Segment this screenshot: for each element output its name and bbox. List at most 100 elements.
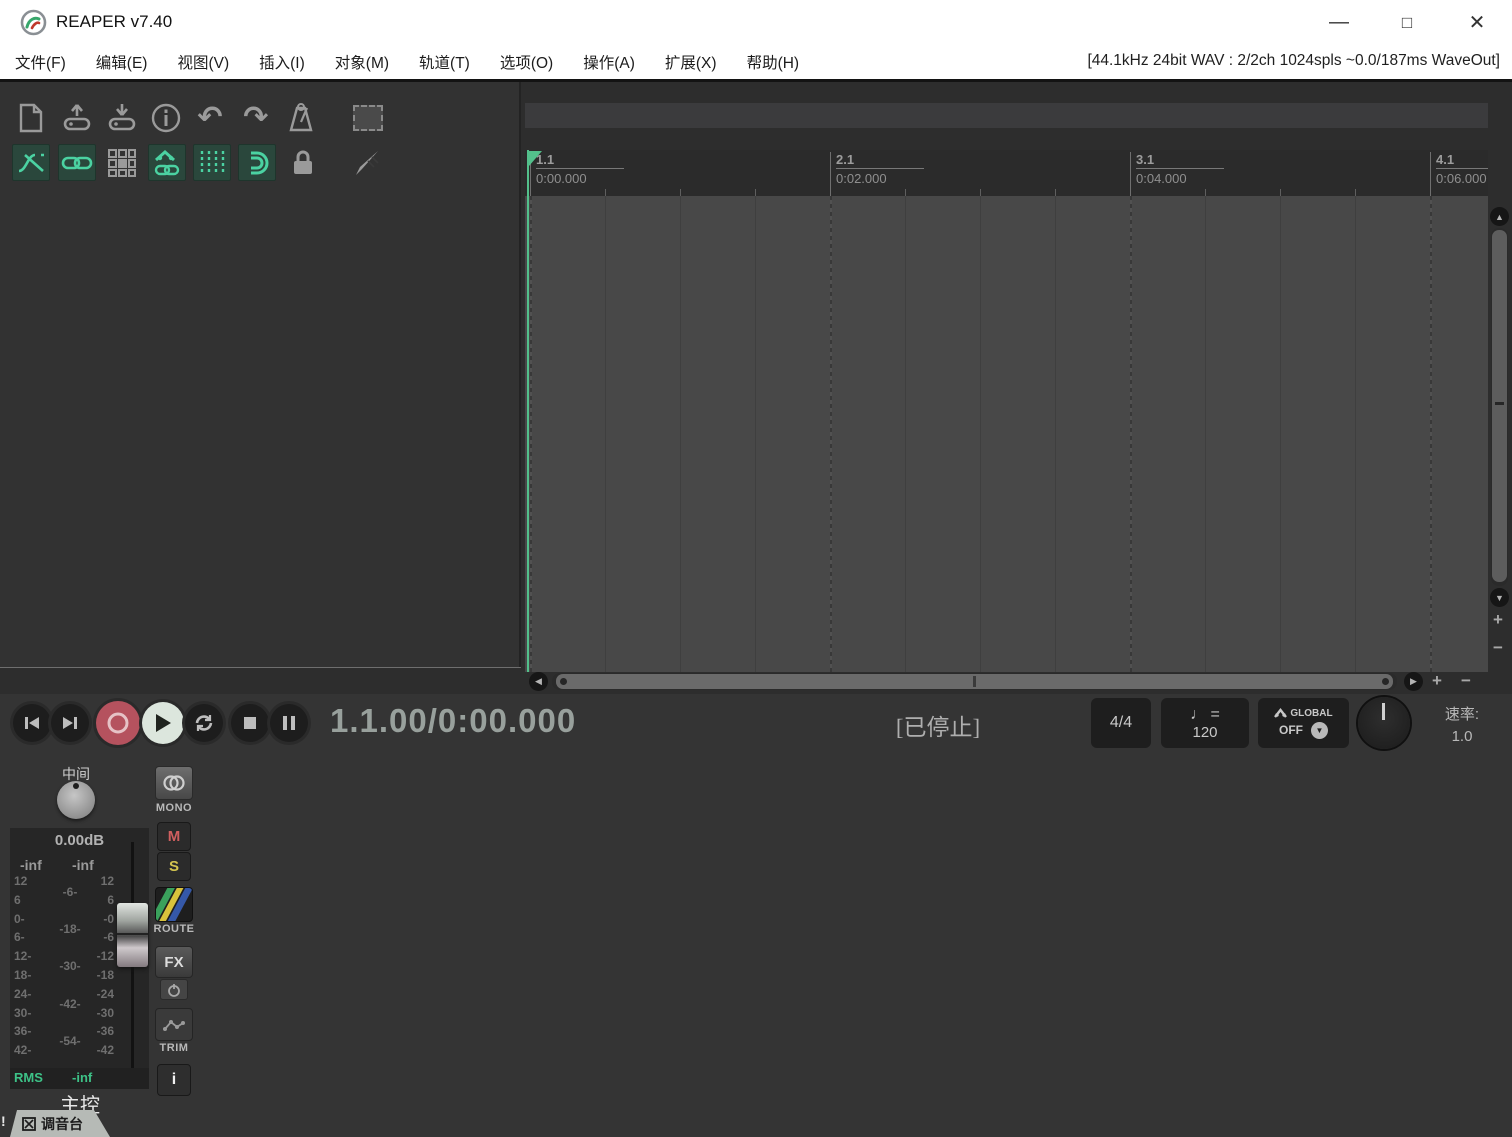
pencil-draw-icon[interactable] <box>349 144 387 181</box>
arrange-top-strip <box>525 103 1488 128</box>
metronome-icon[interactable] <box>282 99 320 137</box>
undo-icon[interactable]: ↶ <box>191 99 229 137</box>
meter-scale-label: 6- <box>14 930 40 944</box>
menu-item-8[interactable]: 扩展(X) <box>650 51 732 73</box>
menu-item-6[interactable]: 选项(O) <box>485 51 568 73</box>
minimize-button[interactable]: — <box>1308 0 1370 45</box>
menu-item-4[interactable]: 对象(M) <box>320 51 404 73</box>
tempo-button[interactable]: ♩ = 120 <box>1161 698 1249 748</box>
menu-item-0[interactable]: 文件(F) <box>0 51 81 73</box>
mixer-tab-label: 调音台 <box>41 1114 83 1134</box>
meter-scale-label: -24 <box>82 987 114 1001</box>
scrollbar-thumb-dot <box>560 678 567 685</box>
new-project-icon[interactable] <box>12 99 50 137</box>
measure-gridline <box>530 196 532 672</box>
scroll-left-button[interactable]: ◀ <box>529 672 548 691</box>
go-to-end-button[interactable] <box>51 704 89 742</box>
auto-crossfade-icon[interactable] <box>12 144 50 181</box>
timeline-ruler[interactable]: 1.10:00.0002.10:02.0003.10:04.0004.10:06… <box>525 150 1488 196</box>
track-info-button[interactable]: i <box>157 1064 191 1096</box>
pause-button[interactable] <box>270 704 308 742</box>
ruler-tick <box>755 189 756 196</box>
menu-item-5[interactable]: 轨道(T) <box>404 51 485 73</box>
lock-icon[interactable] <box>284 144 322 181</box>
fx-button[interactable]: FX <box>155 946 193 978</box>
measure-gridline <box>830 196 832 672</box>
ruler-tick <box>830 186 831 196</box>
ruler-tick <box>530 186 531 196</box>
menu-item-7[interactable]: 操作(A) <box>568 51 650 73</box>
scroll-right-button[interactable]: ▶ <box>1404 672 1423 691</box>
menu-item-3[interactable]: 插入(I) <box>244 51 320 73</box>
scroll-down-button[interactable]: ▼ <box>1490 588 1509 607</box>
time-signature-button[interactable]: 4/4 <box>1091 698 1151 748</box>
playrate-value[interactable]: 1.0 <box>1432 728 1492 745</box>
route-label: ROUTE <box>144 923 204 935</box>
transport-status: [已停止] <box>888 708 988 742</box>
pan-knob[interactable] <box>57 781 95 819</box>
repeat-button[interactable] <box>185 704 223 742</box>
envelope-link-icon[interactable] <box>148 144 186 181</box>
grid-lines-icon[interactable] <box>193 144 231 181</box>
ruler-tick <box>1430 186 1431 196</box>
ruler-time-label: 0:04.000 <box>1136 169 1224 186</box>
scroll-up-button[interactable]: ▲ <box>1490 207 1509 226</box>
trim-button[interactable] <box>155 1008 193 1041</box>
global-value: OFF <box>1279 723 1303 737</box>
play-button[interactable] <box>142 702 184 744</box>
ruler-tick <box>1205 189 1206 196</box>
tempo-note-glyph: ♩ = <box>1190 706 1220 724</box>
menu-item-9[interactable]: 帮助(H) <box>732 51 815 73</box>
audio-device-status[interactable]: [44.1kHz 24bit WAV : 2/2ch 1024spls ~0.0… <box>1087 52 1500 70</box>
window-title: REAPER v7.40 <box>56 12 172 32</box>
solo-button[interactable]: S <box>157 852 191 881</box>
stop-button[interactable] <box>231 704 269 742</box>
save-project-icon[interactable] <box>103 99 141 137</box>
global-automation-button[interactable]: GLOBAL OFF ▼ <box>1258 698 1349 748</box>
transport-position-display[interactable]: 1.1.00/0:00.000 <box>330 702 576 740</box>
master-volume-value[interactable]: 0.00dB <box>10 832 149 849</box>
ruler-beat-label: 3.1 <box>1136 152 1224 169</box>
arrange-view[interactable] <box>525 196 1488 672</box>
track-panel-divider <box>0 667 521 668</box>
vertical-scrollbar-thumb[interactable] <box>1492 230 1507 582</box>
maximize-button[interactable]: □ <box>1376 0 1438 45</box>
ruler-tick <box>1355 189 1356 196</box>
item-grouping-icon[interactable] <box>58 144 96 181</box>
master-fader[interactable] <box>117 903 148 967</box>
menu-item-1[interactable]: 编辑(E) <box>81 51 163 73</box>
route-button[interactable] <box>155 887 193 922</box>
measure-gridline <box>1130 196 1132 672</box>
menu-item-2[interactable]: 视图(V) <box>162 51 244 73</box>
redo-icon[interactable]: ↷ <box>237 99 275 137</box>
ripple-edit-icon[interactable] <box>103 144 141 181</box>
playrate-label: 速率: <box>1432 703 1492 724</box>
meter-scale-label: 12 <box>82 874 114 888</box>
stereo-circles-icon <box>162 775 186 791</box>
close-button[interactable]: ✕ <box>1446 0 1508 45</box>
meter-scale-label: 12 <box>14 874 40 888</box>
fx-bypass-button[interactable] <box>160 979 188 1000</box>
horizontal-scrollbar-thumb[interactable] <box>556 674 1393 689</box>
status-alert: ! <box>1 1113 6 1129</box>
zoom-in-horizontal-button[interactable]: + <box>1432 671 1442 691</box>
chevron-down-icon[interactable]: ▼ <box>1311 722 1328 739</box>
ruler-mark: 2.10:02.000 <box>830 152 924 196</box>
go-to-start-button[interactable] <box>13 704 51 742</box>
vertical-scrollbar[interactable] <box>1491 228 1508 586</box>
envelope-nodes-icon <box>163 1017 185 1033</box>
mono-label: MONO <box>144 802 204 814</box>
zoom-out-vertical-button[interactable]: − <box>1493 638 1503 658</box>
open-project-icon[interactable] <box>58 99 96 137</box>
record-button[interactable] <box>96 701 140 745</box>
project-settings-icon[interactable] <box>147 99 185 137</box>
zoom-out-horizontal-button[interactable]: − <box>1461 671 1471 691</box>
snap-icon[interactable] <box>238 144 276 181</box>
mixer-docker-tab[interactable]: 调音台 <box>10 1110 110 1137</box>
zoom-in-vertical-button[interactable]: + <box>1493 610 1503 630</box>
playrate-knob[interactable] <box>1358 697 1410 749</box>
marquee-select-icon[interactable] <box>349 99 387 137</box>
horizontal-scrollbar[interactable] <box>552 673 1397 690</box>
mono-button[interactable] <box>155 766 193 800</box>
mute-button[interactable]: M <box>157 822 191 851</box>
